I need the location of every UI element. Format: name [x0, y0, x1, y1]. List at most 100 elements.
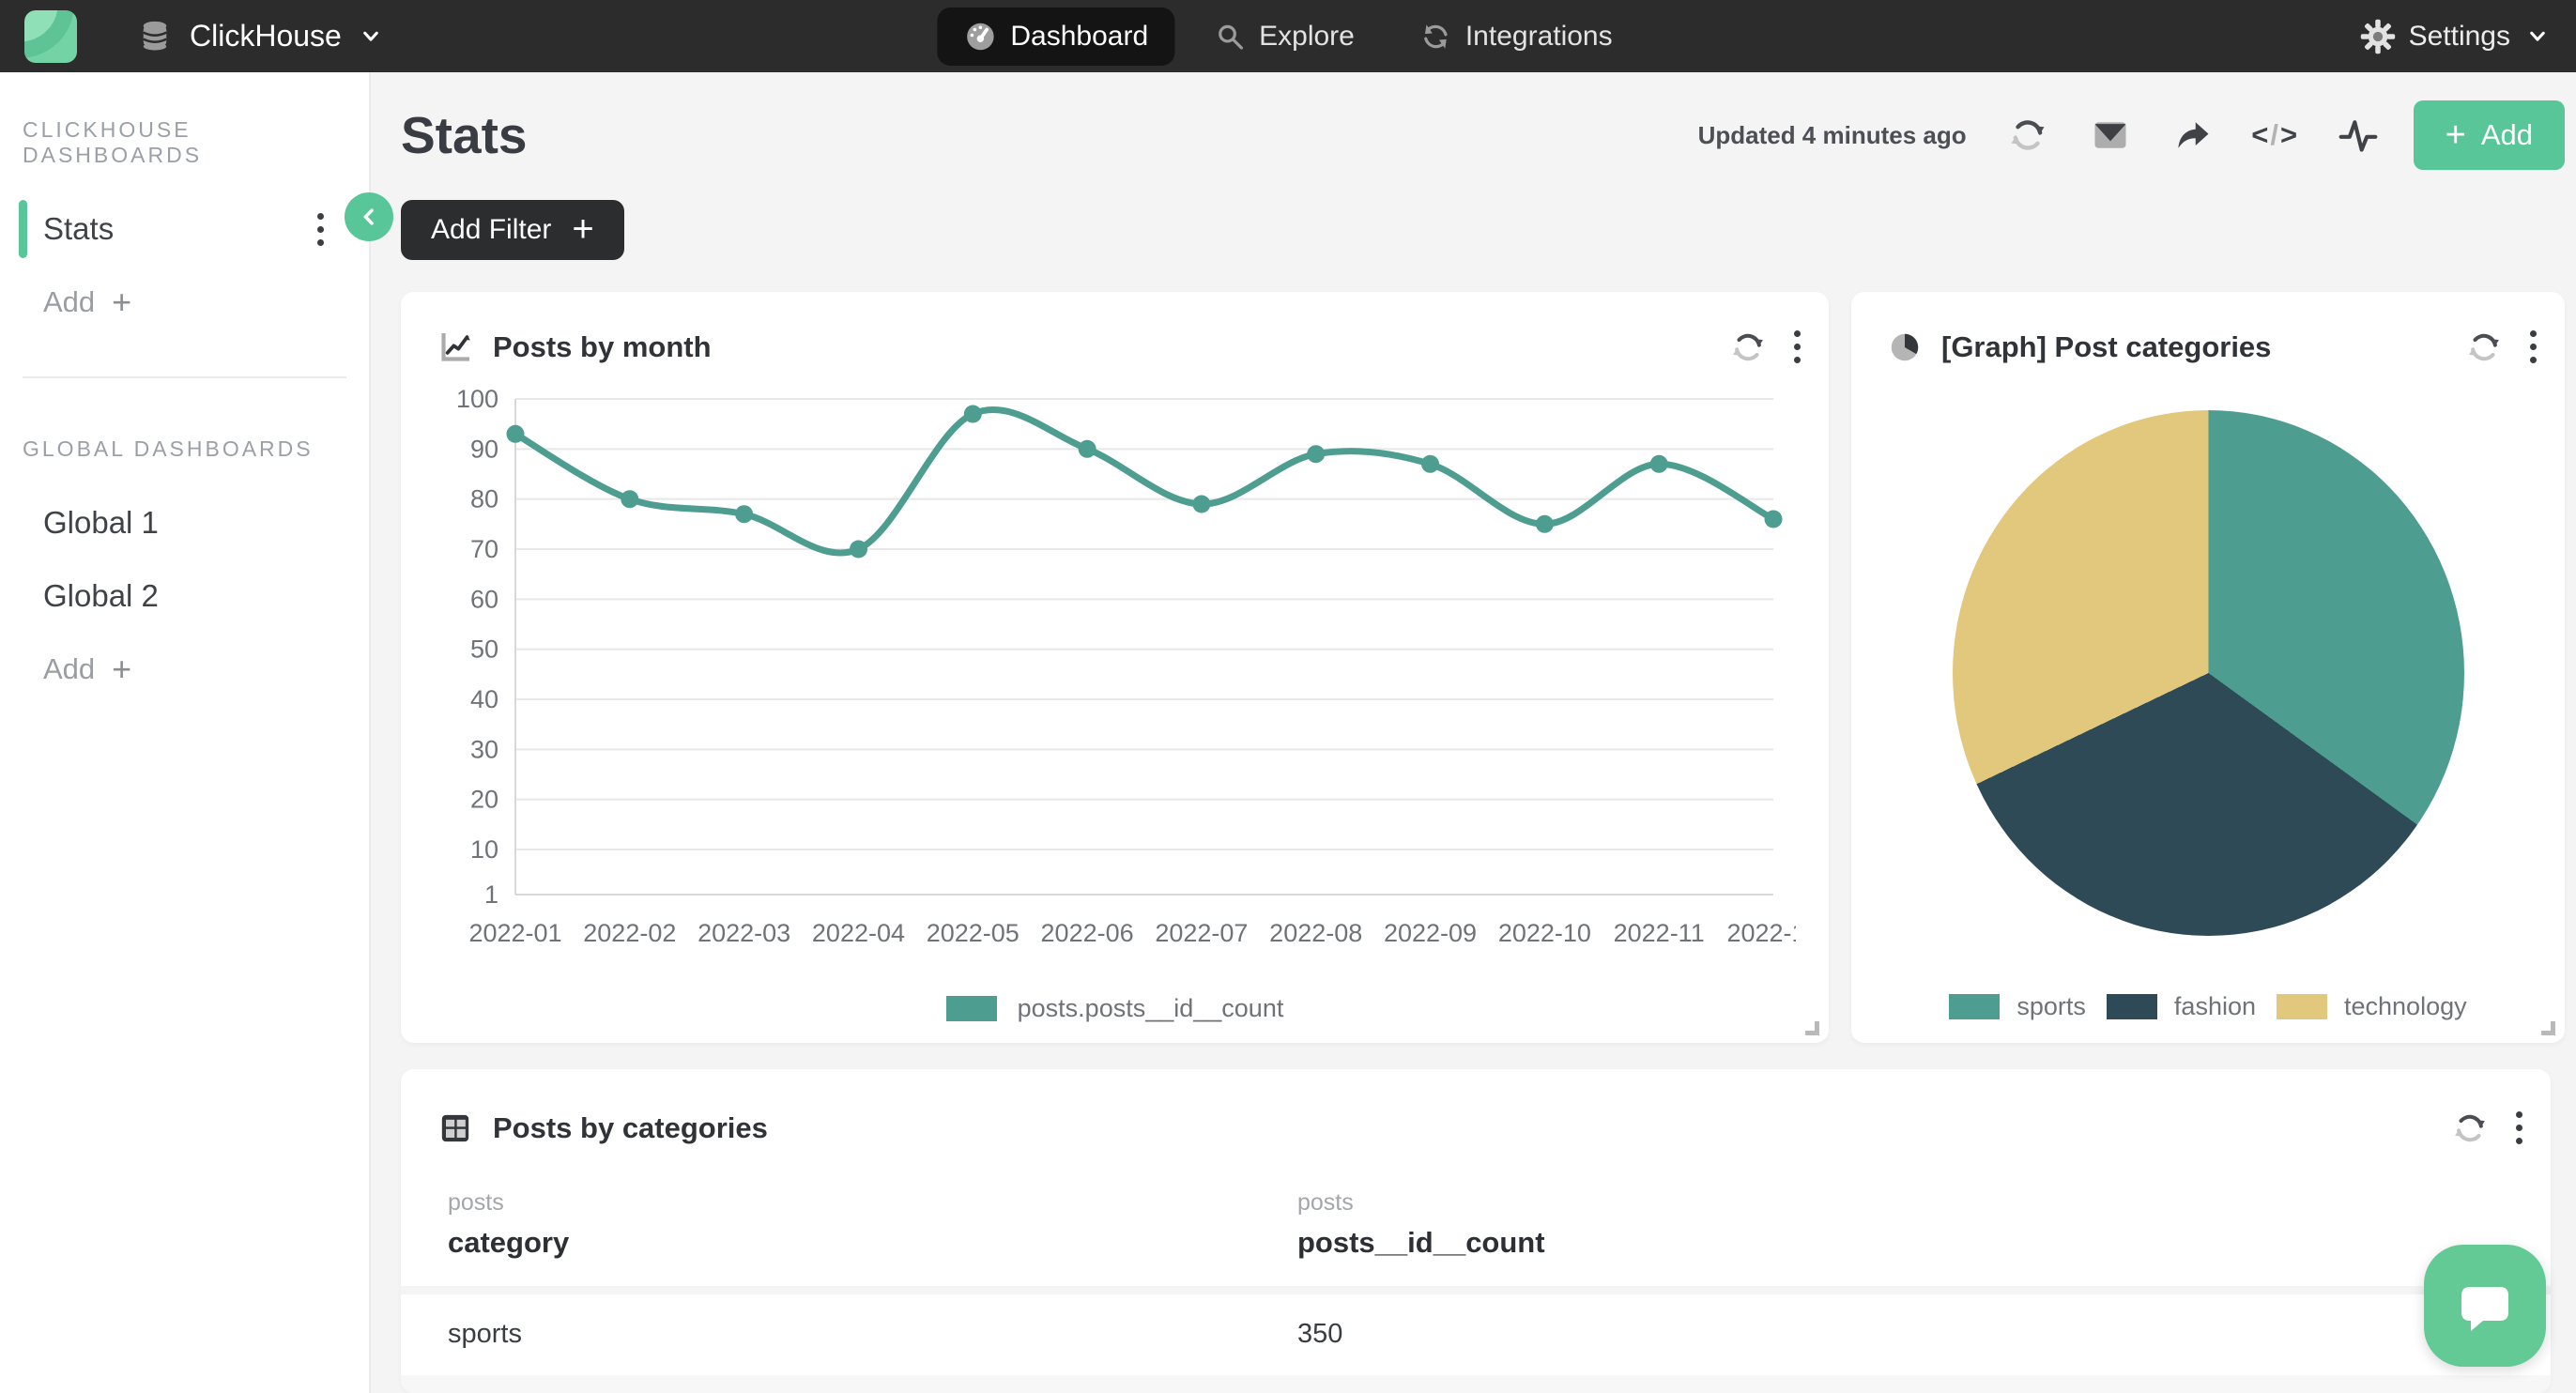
- svg-text:2022-04: 2022-04: [811, 919, 904, 947]
- sidebar-item-global-2[interactable]: Global 2: [0, 563, 369, 629]
- legend-label: fashion: [2174, 992, 2256, 1021]
- brand-name: ClickHouse: [190, 19, 342, 54]
- svg-text:90: 90: [469, 435, 498, 463]
- main-content: Stats Updated 4 minutes ago: [371, 72, 2576, 1393]
- svg-text:30: 30: [469, 735, 498, 763]
- refresh-chart-button[interactable]: [2457, 320, 2511, 375]
- add-global-dashboard-button[interactable]: Add +: [43, 650, 369, 689]
- app-logo[interactable]: [24, 10, 77, 63]
- add-label: Add: [43, 285, 95, 319]
- chat-launcher-button[interactable]: [2424, 1245, 2546, 1367]
- table-header-row: posts category posts posts__id__count: [401, 1156, 2551, 1286]
- table-row[interactable]: fashion 329: [401, 1375, 2551, 1393]
- page-header: Stats Updated 4 minutes ago: [401, 100, 2565, 170]
- pulse-icon: [2338, 115, 2379, 156]
- add-label: Add: [43, 652, 95, 686]
- page-title: Stats: [401, 105, 528, 165]
- share-arrow-icon: [2172, 115, 2214, 156]
- nav-tabs: Dashboard Explore Integrations: [937, 0, 1638, 72]
- refresh-dashboard-button[interactable]: [2001, 108, 2055, 162]
- pie-chart-icon: [1887, 329, 1923, 365]
- sidebar-divider: [23, 376, 346, 378]
- email-dashboard-button[interactable]: [2083, 108, 2138, 162]
- settings-menu[interactable]: Settings: [2360, 19, 2552, 54]
- svg-text:2022-03: 2022-03: [698, 919, 790, 947]
- column-name: posts__id__count: [1297, 1226, 2504, 1260]
- share-dashboard-button[interactable]: [2166, 108, 2220, 162]
- line-chart-icon: [437, 329, 474, 366]
- add-dashboard-button[interactable]: Add +: [43, 283, 369, 322]
- cell-count: 350: [1297, 1319, 2504, 1350]
- code-icon: </>: [2251, 118, 2299, 152]
- post-categories-pie[interactable]: [1953, 410, 2464, 936]
- embed-code-button[interactable]: </>: [2248, 108, 2303, 162]
- gear-icon: [2360, 19, 2396, 54]
- settings-label: Settings: [2409, 21, 2510, 53]
- sidebar-item-stats[interactable]: Stats: [0, 196, 369, 262]
- sidebar-item-label: Global 1: [43, 505, 159, 541]
- table-divider: [401, 1286, 2551, 1294]
- tab-dashboard[interactable]: Dashboard: [937, 8, 1174, 66]
- add-filter-button[interactable]: Add Filter +: [401, 200, 624, 260]
- kebab-menu-icon[interactable]: [1794, 330, 1801, 363]
- resize-handle[interactable]: [2541, 1021, 2555, 1035]
- updated-timestamp: Updated 4 minutes ago: [1698, 121, 1967, 150]
- table-header-count[interactable]: posts posts__id__count: [1297, 1189, 2504, 1260]
- column-name: category: [448, 1226, 1297, 1260]
- card-posts-by-categories: Posts by categories posts category: [401, 1069, 2551, 1393]
- top-nav: ClickHouse Dashboard Explore: [0, 0, 2576, 72]
- sidebar-item-global-1[interactable]: Global 1: [0, 490, 369, 556]
- legend-item-sports[interactable]: sports: [1949, 992, 2086, 1021]
- refresh-icon: [2452, 1110, 2488, 1146]
- plus-icon: +: [2446, 115, 2466, 156]
- legend-swatch: [946, 996, 997, 1021]
- table-icon: [437, 1110, 474, 1147]
- column-group-label: posts: [448, 1189, 1297, 1217]
- legend-label: posts.posts__id__count: [1018, 994, 1284, 1023]
- refresh-icon: [2008, 115, 2047, 155]
- legend-item-technology[interactable]: technology: [2277, 992, 2467, 1021]
- database-icon: [135, 17, 175, 56]
- table-header-category[interactable]: posts category: [448, 1189, 1297, 1260]
- sync-icon: [1420, 21, 1452, 53]
- refresh-chart-button[interactable]: [2443, 1101, 2497, 1156]
- database-selector[interactable]: ClickHouse: [135, 17, 385, 56]
- chevron-left-icon: [355, 203, 383, 231]
- tab-label: Integrations: [1465, 21, 1613, 53]
- legend-label: sports: [2016, 992, 2086, 1021]
- resize-handle[interactable]: [1805, 1021, 1819, 1035]
- svg-text:10: 10: [469, 835, 498, 864]
- svg-text:2022-08: 2022-08: [1269, 919, 1362, 947]
- card-title: Posts by month: [493, 330, 712, 364]
- kebab-menu-icon[interactable]: [2516, 1111, 2522, 1144]
- svg-text:2022-05: 2022-05: [926, 919, 1019, 947]
- refresh-chart-button[interactable]: [1721, 320, 1775, 375]
- svg-text:1: 1: [483, 880, 498, 909]
- add-chart-button[interactable]: + Add: [2414, 100, 2565, 170]
- sidebar-collapse-button[interactable]: [345, 192, 393, 241]
- tab-explore[interactable]: Explore: [1188, 8, 1381, 66]
- legend-item-fashion[interactable]: fashion: [2107, 992, 2256, 1021]
- svg-text:60: 60: [469, 585, 498, 613]
- chevron-down-icon: [357, 23, 385, 51]
- legend-label: technology: [2344, 992, 2467, 1021]
- kebab-menu-icon[interactable]: [317, 213, 324, 246]
- card-title: Posts by categories: [493, 1111, 768, 1145]
- svg-text:2022-01: 2022-01: [468, 919, 561, 947]
- svg-text:2022-07: 2022-07: [1155, 919, 1248, 947]
- activity-button[interactable]: [2331, 108, 2385, 162]
- legend-swatch: [2107, 994, 2157, 1019]
- svg-text:2022-09: 2022-09: [1383, 919, 1476, 947]
- brand: ClickHouse: [24, 10, 385, 63]
- add-filter-label: Add Filter: [431, 214, 551, 246]
- kebab-menu-icon[interactable]: [2530, 330, 2537, 363]
- tab-integrations[interactable]: Integrations: [1394, 8, 1639, 66]
- card-posts-by-month: Posts by month 1102030405060708090100202…: [401, 292, 1829, 1043]
- plus-icon: +: [112, 650, 131, 689]
- svg-text:20: 20: [469, 786, 498, 814]
- column-group-label: posts: [1297, 1189, 2504, 1217]
- table-row[interactable]: sports 350: [401, 1294, 2551, 1375]
- cell-category: sports: [448, 1319, 1297, 1350]
- card-title: [Graph] Post categories: [1941, 330, 2271, 364]
- line-chart-legend[interactable]: posts.posts__id__count: [401, 975, 1829, 1043]
